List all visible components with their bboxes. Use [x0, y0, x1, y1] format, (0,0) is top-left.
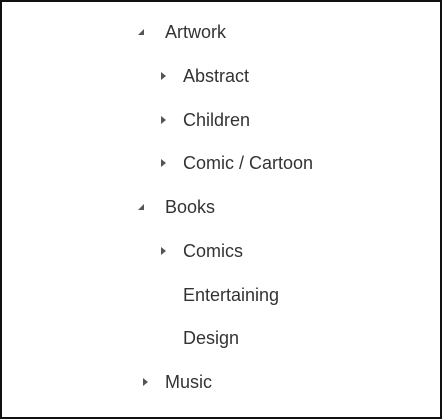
tree-node-label: Children — [183, 110, 251, 130]
tree-node-label: Music — [165, 372, 213, 392]
caret-down-icon[interactable] — [134, 191, 148, 223]
tree-node-label: Entertaining — [183, 285, 280, 305]
tree-node-label: Books — [165, 197, 216, 217]
tree-node-label: Design — [183, 328, 240, 348]
caret-right-icon[interactable] — [157, 147, 171, 179]
tree-node-label: Abstract — [183, 66, 250, 86]
tree-node-label: Comics — [183, 241, 244, 261]
treeview-panel: Artwork Abstract Children Comic / Cartoo… — [0, 0, 442, 419]
tree-node-label: Artwork — [165, 22, 227, 42]
caret-right-icon[interactable] — [139, 366, 153, 398]
caret-right-icon[interactable] — [157, 235, 171, 267]
caret-down-icon[interactable] — [134, 16, 148, 48]
caret-right-icon[interactable] — [157, 60, 171, 92]
tree-node-label: Comic / Cartoon — [183, 153, 314, 173]
caret-right-icon[interactable] — [157, 104, 171, 136]
category-tree: Artwork Abstract Children Comic / Cartoo… — [2, 2, 440, 417]
